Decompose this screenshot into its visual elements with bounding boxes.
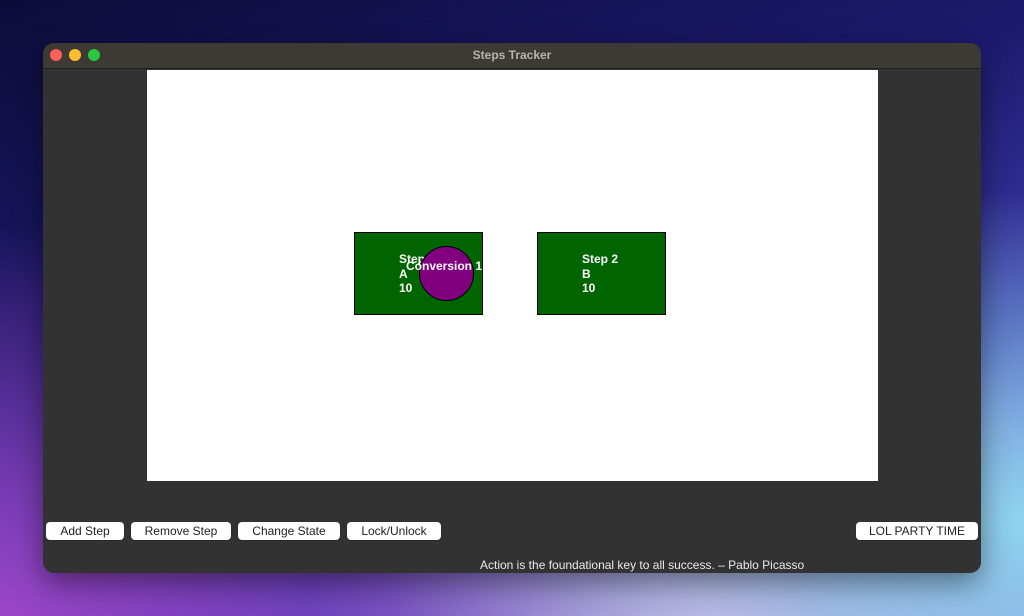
lock-unlock-button[interactable]: Lock/Unlock [347,522,441,540]
window-title: Steps Tracker [472,48,552,62]
step-box-2[interactable]: Step 2 B 10 [537,232,666,315]
steps-canvas[interactable]: Step 1 A 10 Step 2 B 10 Conversion 1 [147,70,878,481]
party-time-button[interactable]: LOL PARTY TIME [856,522,978,540]
step-2-label: Step 2 B 10 [582,252,619,295]
conversion-label: Conversion 1 [406,259,483,273]
add-step-button[interactable]: Add Step [46,522,124,540]
quote-text: Action is the foundational key to all su… [480,558,805,572]
app-window: Steps Tracker Step 1 A 10 Step 2 B 10 Co… [43,43,981,573]
remove-step-button[interactable]: Remove Step [131,522,231,540]
title-bar: Steps Tracker [43,43,981,69]
change-state-button[interactable]: Change State [238,522,340,540]
conversion-circle[interactable] [419,246,474,301]
